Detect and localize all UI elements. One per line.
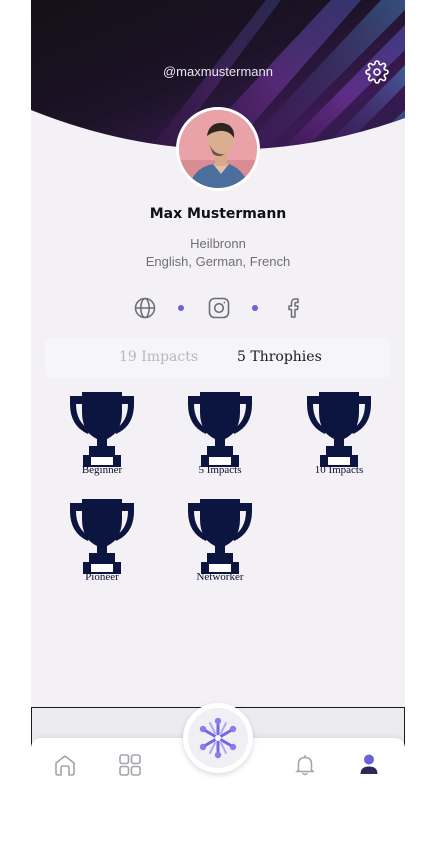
bell-icon[interactable] bbox=[292, 752, 318, 778]
logo-icon bbox=[199, 717, 237, 759]
trophy-item[interactable]: Beginner bbox=[66, 392, 138, 482]
profile-city: Heilbronn bbox=[190, 236, 246, 251]
username-handle: @maxmustermann bbox=[162, 64, 273, 79]
instagram-icon[interactable] bbox=[207, 296, 231, 320]
trophy-label: Pioneer bbox=[85, 571, 119, 583]
trophy-icon bbox=[70, 392, 134, 467]
center-button-inner bbox=[188, 708, 248, 768]
center-action-button[interactable] bbox=[183, 703, 253, 773]
user-icon[interactable] bbox=[356, 751, 382, 777]
profile-screen: @maxmustermann Max Mustermann Heilbronn … bbox=[31, 0, 405, 812]
trophy-icon bbox=[307, 392, 371, 467]
home-icon[interactable] bbox=[52, 752, 78, 778]
trophy-label: 10 Impacts bbox=[314, 464, 364, 476]
trophy-label: 5 Impacts bbox=[198, 464, 242, 476]
facebook-icon[interactable] bbox=[281, 296, 305, 320]
trophy-item[interactable]: 5 Impacts bbox=[184, 392, 256, 482]
separator-dot bbox=[252, 305, 258, 311]
tab-trophies[interactable]: 5 Throphies bbox=[237, 349, 322, 365]
trophy-label: Networker bbox=[196, 571, 244, 583]
trophy-icon bbox=[188, 392, 252, 467]
tab-impacts[interactable]: 19 Impacts bbox=[119, 349, 198, 365]
trophy-icon bbox=[70, 499, 134, 574]
grid-icon[interactable] bbox=[117, 752, 143, 778]
globe-icon[interactable] bbox=[133, 296, 157, 320]
trophy-item[interactable]: Networker bbox=[184, 499, 256, 589]
trophy-icon bbox=[188, 499, 252, 574]
profile-languages: English, German, French bbox=[145, 254, 291, 269]
trophy-item[interactable]: 10 Impacts bbox=[303, 392, 375, 482]
avatar-photo bbox=[179, 110, 257, 188]
trophy-label: Beginner bbox=[81, 464, 123, 476]
avatar[interactable] bbox=[176, 107, 260, 191]
trophy-item[interactable]: Pioneer bbox=[66, 499, 138, 589]
profile-name: Max Mustermann bbox=[149, 206, 287, 222]
profile-tabs: 19 Impacts 5 Throphies bbox=[45, 338, 391, 378]
gear-icon[interactable] bbox=[365, 60, 389, 84]
separator-dot bbox=[178, 305, 184, 311]
